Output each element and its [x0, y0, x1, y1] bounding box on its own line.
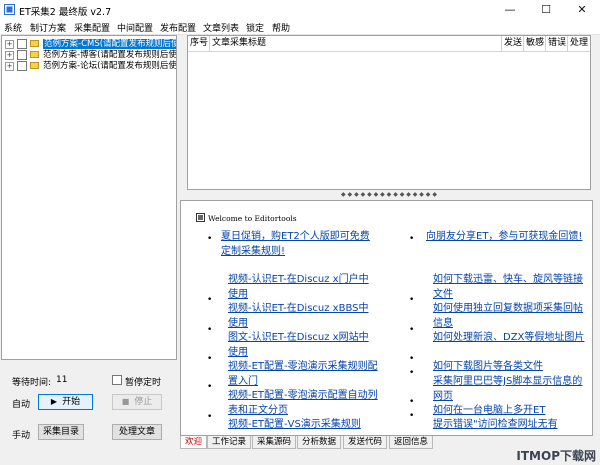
- menu-bar: 系统 制订方案 采集配置 中间配置 发布配置 文章列表 锁定 帮助: [0, 20, 600, 35]
- collect-catalog-button[interactable]: 采集目录: [38, 424, 84, 440]
- grid-header: 序号 文章采集标题 发送 敏感 错误 处理: [188, 36, 590, 52]
- menu-article-list[interactable]: 文章列表: [203, 21, 239, 34]
- column-processed[interactable]: 处理: [568, 36, 590, 51]
- column-sent[interactable]: 发送: [502, 36, 524, 51]
- right-link-reply-data[interactable]: 如何使用独立回复数据项采集回帖信息: [433, 302, 585, 331]
- column-error[interactable]: 错误: [546, 36, 568, 51]
- page-icon: [196, 213, 205, 222]
- auto-label: 自动: [12, 400, 31, 410]
- right-link-share[interactable]: 向朋友分享ET，参与可获现金回馈!: [426, 230, 584, 245]
- expand-icon[interactable]: +: [5, 40, 14, 49]
- column-title[interactable]: 文章采集标题: [210, 36, 502, 51]
- bullet-icon: •: [207, 354, 213, 364]
- welcome-heading: Welcome to Editortools: [196, 213, 297, 223]
- play-icon: ▶: [50, 397, 58, 406]
- left-link-promo[interactable]: 夏日促销，购ET2个人版即可免费定制采集规则!: [221, 230, 371, 259]
- bullet-icon: •: [207, 234, 213, 244]
- bullet-icon: •: [207, 295, 213, 305]
- tree-item-label[interactable]: 范例方案-博客(请配置发布规则后使: [43, 50, 176, 60]
- bullet-icon: •: [409, 368, 415, 378]
- left-link-vs-demo[interactable]: 视频-ET配置-VS演示采集规则: [228, 418, 378, 433]
- menu-middle-config[interactable]: 中间配置: [117, 21, 153, 34]
- pause-timer-label: 暂停定时: [125, 378, 162, 388]
- minimize-button[interactable]: —: [492, 0, 528, 20]
- menu-system[interactable]: 系统: [4, 21, 22, 34]
- manual-label: 手动: [12, 431, 31, 441]
- tree-item[interactable]: + 范例方案-博客(请配置发布规则后使: [5, 50, 176, 61]
- stop-icon: ■: [121, 397, 130, 406]
- tab-work-log[interactable]: 工作记录: [207, 436, 252, 449]
- start-button[interactable]: ▶ 开始: [38, 394, 93, 410]
- tree-item-label[interactable]: 范例方案-论坛(请配置发布规则后使: [43, 61, 176, 71]
- pause-timer-checkbox[interactable]: [112, 375, 122, 385]
- wait-time-value: 11: [56, 375, 68, 385]
- menu-collect-config[interactable]: 采集配置: [74, 21, 110, 34]
- title-bar: ET采集2 最终版 v2.7 — ☐ ✕: [0, 0, 600, 20]
- left-link-paging[interactable]: 视频-ET配置-零泡演示配置自动列表和正文分页: [228, 389, 378, 418]
- stop-button-label: 停止: [134, 397, 153, 407]
- menu-publish-config[interactable]: 发布配置: [160, 21, 196, 34]
- tree-item-label[interactable]: 范例方案-CMS(请配置发布规则后使: [43, 39, 176, 49]
- welcome-browser[interactable]: Welcome to Editortools • 夏日促销，购ET2个人版即可免…: [180, 200, 593, 436]
- tree-checkbox[interactable]: [17, 39, 27, 49]
- tab-welcome[interactable]: 欢迎: [180, 436, 208, 449]
- right-link-download-files[interactable]: 如何下载图片等各类文件: [433, 360, 585, 375]
- right-link-error-tip[interactable]: 提示错误"访问检查网址无有: [433, 418, 591, 433]
- panel-splitter[interactable]: ◆ ◆ ◆ ◆ ◆ ◆ ◆ ◆ ◆ ◆ ◆ ◆ ◆ ◆ ◆: [187, 191, 591, 199]
- left-link-discuz-bbs[interactable]: 视频-认识ET-在Discuz xBBS中使用: [228, 302, 378, 331]
- welcome-text: Welcome to Editortools: [208, 214, 297, 223]
- process-article-button[interactable]: 处理文章: [112, 424, 162, 440]
- menu-help[interactable]: 帮助: [272, 21, 290, 34]
- tab-return-info[interactable]: 返回信息: [389, 436, 434, 449]
- right-link-fake-address[interactable]: 如何处理新浪、DZX等假地址图片: [433, 331, 585, 346]
- stop-button[interactable]: ■ 停止: [112, 394, 162, 410]
- right-link-js-pages[interactable]: 采集阿里巴巴等JS脚本显示信息的网页: [433, 375, 585, 404]
- tab-send-code[interactable]: 发送代码: [343, 436, 388, 449]
- maximize-button[interactable]: ☐: [528, 0, 564, 20]
- tab-source-code[interactable]: 采集源码: [252, 436, 297, 449]
- article-grid[interactable]: 序号 文章采集标题 发送 敏感 错误 处理: [187, 35, 591, 190]
- bullet-icon: •: [409, 411, 415, 421]
- plan-tree[interactable]: + 范例方案-CMS(请配置发布规则后使 + 范例方案-博客(请配置发布规则后使…: [1, 35, 177, 360]
- window-title: ET采集2 最终版 v2.7: [19, 7, 112, 18]
- close-button[interactable]: ✕: [564, 0, 600, 20]
- folder-icon: [30, 51, 39, 58]
- bullet-icon: •: [207, 412, 213, 422]
- expand-icon[interactable]: +: [5, 62, 14, 71]
- left-link-discuz-site[interactable]: 图文-认识ET-在Discuz x网站中使用: [228, 331, 378, 360]
- column-sensitive[interactable]: 敏感: [524, 36, 546, 51]
- wait-time-label: 等待时间:: [12, 378, 52, 388]
- right-link-download-links[interactable]: 如何下载迅雷、快车、旋风等链接文件: [433, 273, 585, 302]
- start-button-label: 开始: [62, 397, 81, 407]
- left-link-discuz-portal[interactable]: 视频-认识ET-在Discuz x门户中使用: [228, 273, 378, 302]
- tree-checkbox[interactable]: [17, 50, 27, 60]
- folder-icon: [30, 40, 39, 47]
- menu-lock[interactable]: 锁定: [246, 21, 264, 34]
- right-link-multi-instance[interactable]: 如何在一台电脑上多开ET: [433, 404, 585, 419]
- tab-analysis-data[interactable]: 分析数据: [297, 436, 342, 449]
- menu-make-plan[interactable]: 制订方案: [30, 21, 66, 34]
- tree-checkbox[interactable]: [17, 61, 27, 71]
- bullet-icon: •: [409, 397, 415, 407]
- tree-item[interactable]: + 范例方案-论坛(请配置发布规则后使: [5, 61, 176, 72]
- folder-icon: [30, 62, 39, 69]
- bullet-icon: •: [409, 354, 415, 364]
- expand-icon[interactable]: +: [5, 51, 14, 60]
- bullet-icon: •: [409, 325, 415, 335]
- column-index[interactable]: 序号: [188, 36, 210, 51]
- watermark-logo: ITMOP下载网: [516, 449, 596, 463]
- bullet-icon: •: [207, 325, 213, 335]
- left-link-rule-intro[interactable]: 视频-ET配置-零泡演示采集规则配置入门: [228, 360, 378, 389]
- bullet-icon: •: [409, 295, 415, 305]
- bullet-icon: •: [409, 234, 415, 244]
- bullet-icon: •: [207, 382, 213, 392]
- app-icon: [4, 4, 15, 15]
- tree-item[interactable]: + 范例方案-CMS(请配置发布规则后使: [5, 39, 176, 50]
